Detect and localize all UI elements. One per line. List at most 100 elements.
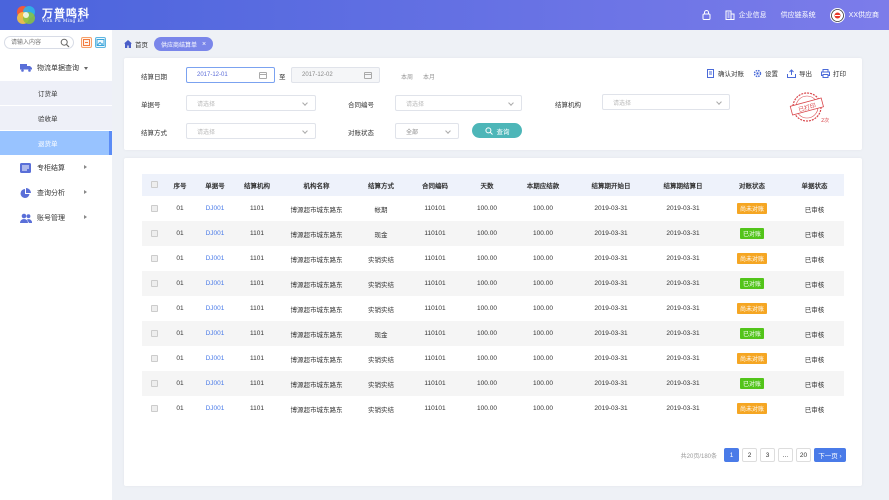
image-icon[interactable] (95, 37, 106, 48)
table-row[interactable]: 01 DJ001 1101 博源超市城东路东 实销实结 110101 100.00 100.0… (142, 346, 844, 371)
search-input[interactable] (11, 38, 61, 48)
page-button[interactable]: 1 (724, 448, 739, 462)
table-cell: 01 (166, 371, 194, 396)
submenu-order[interactable]: 订货单 (0, 81, 112, 105)
row-checkbox[interactable] (150, 379, 158, 387)
query-button[interactable]: 查询 (472, 123, 522, 138)
table-row[interactable]: 01 DJ001 1101 博源超市城东路东 实销实结 110101 100.00 100.0… (142, 396, 844, 421)
date-start-input[interactable]: 2017-12-01 (186, 67, 275, 83)
submenu-receipt[interactable]: 验收单 (0, 106, 112, 130)
chevron-down-icon (716, 99, 722, 105)
doc-no-select[interactable]: 请选择 (186, 95, 316, 111)
table-cell: 100.00 (533, 255, 553, 262)
row-checkbox[interactable] (150, 329, 158, 337)
row-checkbox[interactable] (150, 304, 158, 312)
org-select[interactable]: 请选择 (602, 94, 730, 110)
next-page-button[interactable]: 下一页 › (814, 448, 846, 462)
recon-select[interactable]: 全部 (395, 123, 459, 139)
doc-no-link[interactable]: DJ001 (206, 355, 225, 362)
row-checkbox[interactable] (150, 204, 158, 212)
results-panel: 序号 单据号 结算机构 机构名称 结算方式 合同编码 天数 本期应结款 结算期开始日 结算期结算日… (124, 158, 862, 486)
method-placeholder: 请选择 (197, 129, 216, 136)
submenu-return[interactable]: 退货单 (0, 131, 112, 155)
table-cell: 100.00 (463, 371, 511, 396)
menu-query-analysis[interactable]: 查询分析 (0, 182, 112, 204)
table-cell: 1101 (236, 321, 278, 346)
page-button[interactable]: 2 (742, 448, 757, 462)
company-info-link[interactable]: 企业信息 (725, 10, 767, 20)
doc-no-link[interactable]: DJ001 (206, 280, 225, 287)
date-end-input[interactable]: 2017-12-02 (291, 67, 380, 83)
tab-label: 供应商结算单 (161, 42, 198, 49)
status-badge: 尚未对账 (736, 203, 767, 214)
settings-button[interactable]: 设置 (753, 68, 778, 78)
menu-logistics[interactable]: 物流单据查询 (0, 57, 112, 79)
page-button[interactable]: 20 (796, 448, 811, 462)
table-cell: 01 (176, 205, 184, 212)
page-button[interactable]: 3 (760, 448, 775, 462)
contract-placeholder: 请选择 (406, 101, 425, 108)
row-checkbox[interactable] (150, 354, 158, 362)
supply-chain-link[interactable]: 供应链系统 (781, 10, 816, 20)
method-select[interactable]: 请选择 (186, 123, 316, 139)
table-row[interactable]: 01 DJ001 1101 博源超市城东路东 帐期 110101 100.00 100.00 2… (142, 196, 844, 221)
table-cell: 实销实结 (355, 271, 407, 296)
sidebar-search[interactable] (4, 36, 74, 49)
export-label: 导出 (799, 71, 812, 78)
contract-select[interactable]: 请选择 (395, 95, 522, 111)
table-row[interactable]: 01 DJ001 1101 博源超市城东路东 实销实结 110101 100.00 100.0… (142, 246, 844, 271)
table-row[interactable]: 01 DJ001 1101 博源超市城东路东 实销实结 110101 100.00 100.0… (142, 271, 844, 296)
row-checkbox[interactable] (150, 279, 158, 287)
print-button[interactable]: 打印 (821, 68, 846, 78)
table-cell: 2019-03-31 (647, 321, 719, 346)
search-icon[interactable] (60, 38, 70, 48)
favorite-icon[interactable] (81, 37, 92, 48)
table-cell: 已审核 (785, 221, 844, 246)
print-label: 打印 (833, 71, 846, 78)
doc-no-cell: DJ001 (194, 346, 236, 371)
checkbox[interactable] (150, 181, 158, 189)
doc-no-cell: DJ001 (194, 321, 236, 346)
home-icon[interactable] (124, 40, 132, 48)
avatar (829, 7, 845, 23)
recon-status-cell: 已对账 (719, 371, 785, 396)
table-cell: 1101 (236, 271, 278, 296)
row-checkbox[interactable] (150, 404, 158, 412)
doc-no-link[interactable]: DJ001 (206, 405, 225, 412)
table-cell: 1101 (250, 305, 264, 312)
this-week-link[interactable]: 本周 (401, 72, 413, 81)
menu-counter-settlement[interactable]: 专柜结算 (0, 157, 112, 179)
row-checkbox-cell (142, 246, 166, 271)
menu-account[interactable]: 账号管理 (0, 207, 112, 229)
doc-no-link[interactable]: DJ001 (206, 255, 225, 262)
column-header: 对账状态 (719, 174, 785, 196)
table-row[interactable]: 01 DJ001 1101 博源超市城东路东 现金 110101 100.00 100.00 2… (142, 221, 844, 246)
this-month-link[interactable]: 本月 (423, 72, 435, 81)
user-menu[interactable]: XX供应商 (829, 7, 879, 23)
table-cell: 博源超市城东路东 (290, 256, 343, 264)
row-checkbox[interactable] (150, 254, 158, 262)
doc-no-link[interactable]: DJ001 (206, 330, 225, 337)
table-row[interactable]: 01 DJ001 1101 博源超市城东路东 实销实结 110101 100.00 100.0… (142, 296, 844, 321)
doc-no-link[interactable]: DJ001 (206, 305, 225, 312)
tab-supplier-settlement[interactable]: 供应商结算单 × (154, 37, 214, 51)
doc-no-link[interactable]: DJ001 (206, 230, 225, 237)
row-checkbox[interactable] (150, 229, 158, 237)
table-row[interactable]: 01 DJ001 1101 博源超市城东路东 实销实结 110101 100.00 100.0… (142, 371, 844, 396)
select-all-checkbox[interactable] (142, 174, 166, 196)
confirm-recon-button[interactable]: 确认对账 (707, 68, 744, 78)
brand-logo-icon[interactable] (14, 3, 38, 27)
doc-no-link[interactable]: DJ001 (206, 205, 225, 212)
table-cell: 100.00 (477, 405, 497, 412)
doc-no-link[interactable]: DJ001 (206, 380, 225, 387)
table-row[interactable]: 01 DJ001 1101 博源超市城东路东 现金 110101 100.00 100.00 2… (142, 321, 844, 346)
export-button[interactable]: 导出 (787, 68, 812, 78)
lock-button[interactable] (702, 10, 711, 20)
date-end-value: 2017-12-02 (302, 72, 333, 78)
ledger-icon (20, 163, 31, 173)
filter-panel: 结算日期 2017-12-01 至 2017-12-02 本周 本月 确认对账 … (124, 58, 862, 150)
pie-chart-icon (20, 188, 31, 198)
chevron-down-icon (445, 128, 451, 134)
breadcrumb-home[interactable]: 首页 (135, 39, 148, 49)
close-icon[interactable]: × (202, 41, 206, 48)
